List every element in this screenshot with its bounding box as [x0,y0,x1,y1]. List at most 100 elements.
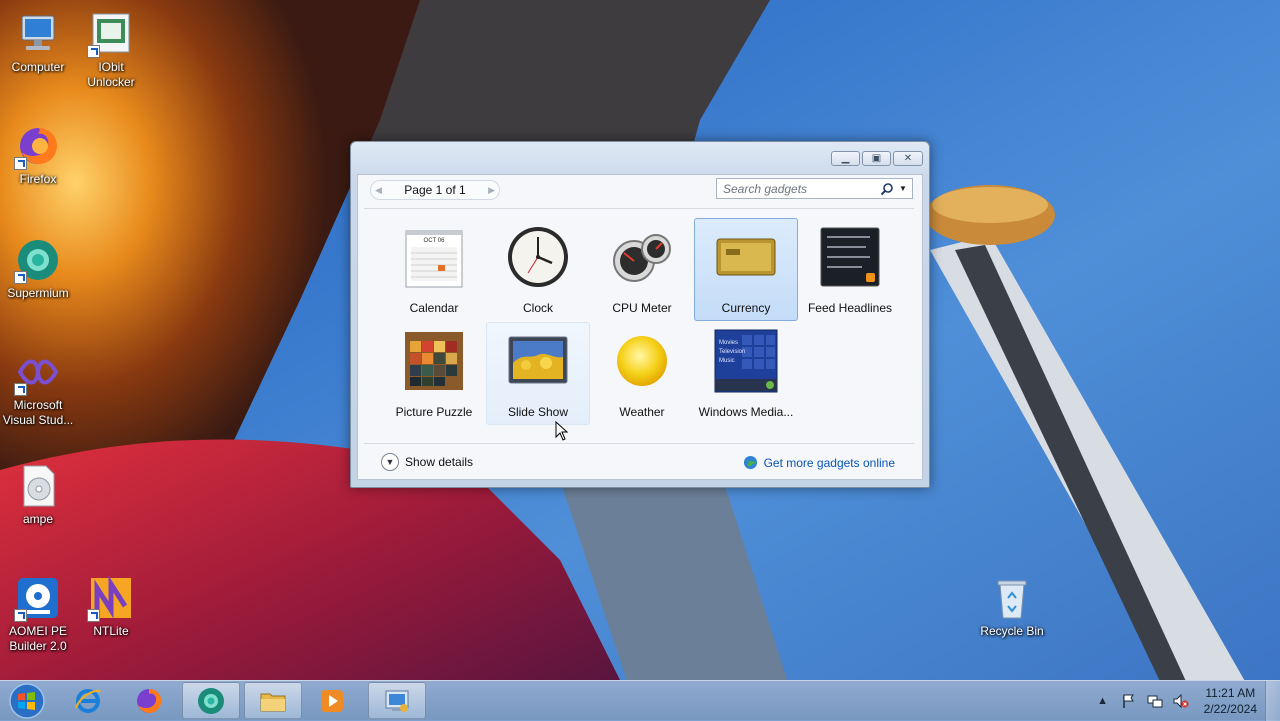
gadget-label: Windows Media... [698,405,794,419]
gadget-weather[interactable]: Weather [590,322,694,425]
restore-button[interactable]: ▣ [862,151,891,166]
cpu-meter-gadget-icon [610,225,674,289]
page-indicator: Page 1 of 1 [404,183,466,197]
firefox-icon [14,122,62,170]
file-explorer-icon [260,693,286,711]
get-more-gadgets-label: Get more gadgets online [763,455,895,470]
window-controls: ▁ ▣ ✕ [831,151,923,166]
gadget-cpu-meter[interactable]: CPU Meter [590,218,694,321]
supermium-icon [14,236,62,284]
slide-show-gadget-icon [506,329,570,393]
media-player-icon [321,689,343,712]
system-clock[interactable]: 11:21 AM 2/22/2024 [1204,685,1257,717]
gadget-slide-show[interactable]: Slide Show [486,322,590,425]
taskbar-gadgets[interactable] [368,682,426,719]
gadget-picture-puzzle[interactable]: Picture Puzzle [382,322,486,425]
weather-gadget-icon [610,329,674,393]
gadget-windows-media-center[interactable]: Movies Television Music Windows Media... [694,322,798,425]
action-center-flag-icon[interactable] [1121,693,1137,709]
feed-headlines-gadget-icon [818,225,882,289]
close-icon: ✕ [903,152,913,164]
taskbar-file-explorer[interactable] [244,682,302,719]
disc-file-icon [14,462,62,510]
get-more-gadgets-link[interactable]: Get more gadgets online [743,455,895,470]
minimize-button[interactable]: ▁ [831,151,860,166]
chevron-down-icon: ▼ [381,453,399,471]
search-icon[interactable] [880,182,894,196]
show-hidden-icons-icon[interactable]: ▲ [1095,693,1111,709]
close-button[interactable]: ✕ [893,151,923,166]
gadgets-icon [385,690,409,712]
desktop-icon-iobit-unlocker[interactable]: IObit Unlocker [73,10,149,90]
gadget-label: Picture Puzzle [395,405,473,419]
calendar-gadget-icon: OCT 06 [402,225,466,289]
page-navigator: ◀ Page 1 of 1 ▶ [370,180,500,200]
desktop-icon-ampe[interactable]: ampe [0,462,76,527]
system-tray: ▲ 11:21 AM 2/22/2024 [1090,681,1280,721]
desktop-icon-ntlite[interactable]: NTLite [73,574,149,639]
show-details-label: Show details [405,455,474,469]
divider [364,208,914,209]
network-icon[interactable] [1147,693,1163,709]
taskbar-media-player[interactable] [303,682,361,719]
desktop-icon-aomei-pe-builder[interactable]: AOMEI PE Builder 2.0 [0,574,76,654]
divider [364,443,914,444]
search-box[interactable]: ▼ [716,178,913,199]
desktop-icon-label: Microsoft Visual Stud... [2,398,74,427]
desktop-icon-label: NTLite [93,624,129,638]
picture-puzzle-gadget-icon [402,329,466,393]
desktop-icon-recycle-bin[interactable]: Recycle Bin [974,574,1050,639]
taskbar-supermium[interactable] [182,682,240,719]
clock-date: 2/22/2024 [1203,702,1257,716]
shortcut-arrow-icon [14,609,27,622]
taskbar-internet-explorer[interactable] [59,682,117,719]
gadget-label: Feed Headlines [807,301,893,315]
gadget-clock[interactable]: Clock [486,218,590,321]
desktop-icon-computer[interactable]: Computer [0,10,76,75]
gadget-label: Calendar [409,301,459,315]
gadget-feed-headlines[interactable]: Feed Headlines [798,218,902,321]
desktop-icon-label: AOMEI PE Builder 2.0 [8,624,67,653]
supermium-icon [198,687,224,714]
search-input[interactable] [721,180,875,197]
currency-gadget-icon [714,225,778,289]
search-dropdown-icon[interactable]: ▼ [894,184,912,193]
gadget-calendar[interactable]: OCT 06 Calendar [382,218,486,321]
globe-icon [743,455,757,470]
clock-time: 11:21 AM [1205,686,1256,700]
desktop-icon-label: Computer [11,60,65,74]
gadget-label: Currency [721,301,771,315]
desktop-icon-label: Firefox [19,172,57,186]
desktop-icon-label: Supermium [7,286,69,300]
taskbar: ▲ 11:21 AM 2/22/2024 [0,680,1280,721]
media-menu-line-2: Television [719,349,745,355]
shortcut-arrow-icon [14,271,27,284]
taskbar-firefox[interactable] [120,682,178,719]
desktop-icon-supermium[interactable]: Supermium [0,236,76,301]
shortcut-arrow-icon [14,383,27,396]
desktop-icon-label: ampe [22,512,54,526]
start-button[interactable] [5,682,49,720]
volume-muted-icon[interactable] [1173,693,1189,709]
desktop-icon-label: Recycle Bin [980,624,1044,638]
desktop-icon-firefox[interactable]: Firefox [0,122,76,187]
gadget-currency[interactable]: Currency [694,218,798,321]
gadget-gallery-window[interactable]: ▁ ▣ ✕ ◀ Page 1 of 1 ▶ ▼ OCT 06 [350,141,930,488]
previous-page-icon[interactable]: ◀ [375,185,382,196]
clock-gadget-icon [506,225,570,289]
next-page-icon[interactable]: ▶ [488,185,495,196]
windows-logo-icon [9,683,45,719]
windows-media-center-gadget-icon: Movies Television Music [714,329,778,393]
show-details-toggle[interactable]: ▼ Show details [381,453,473,471]
aomei-pe-builder-icon [14,574,62,622]
ntlite-icon [87,574,135,622]
show-desktop-button[interactable] [1265,681,1280,721]
shortcut-arrow-icon [87,45,100,58]
gallery-content: ◀ Page 1 of 1 ▶ ▼ OCT 06 Calen [357,174,923,480]
computer-icon [14,10,62,58]
desktop-icon-label: IObit Unlocker [87,60,135,89]
media-menu-line-3: Music [719,358,735,364]
recycle-bin-icon [988,574,1036,622]
desktop-icon-visual-studio[interactable]: Microsoft Visual Stud... [0,348,76,428]
gadget-label: Slide Show [507,405,569,419]
